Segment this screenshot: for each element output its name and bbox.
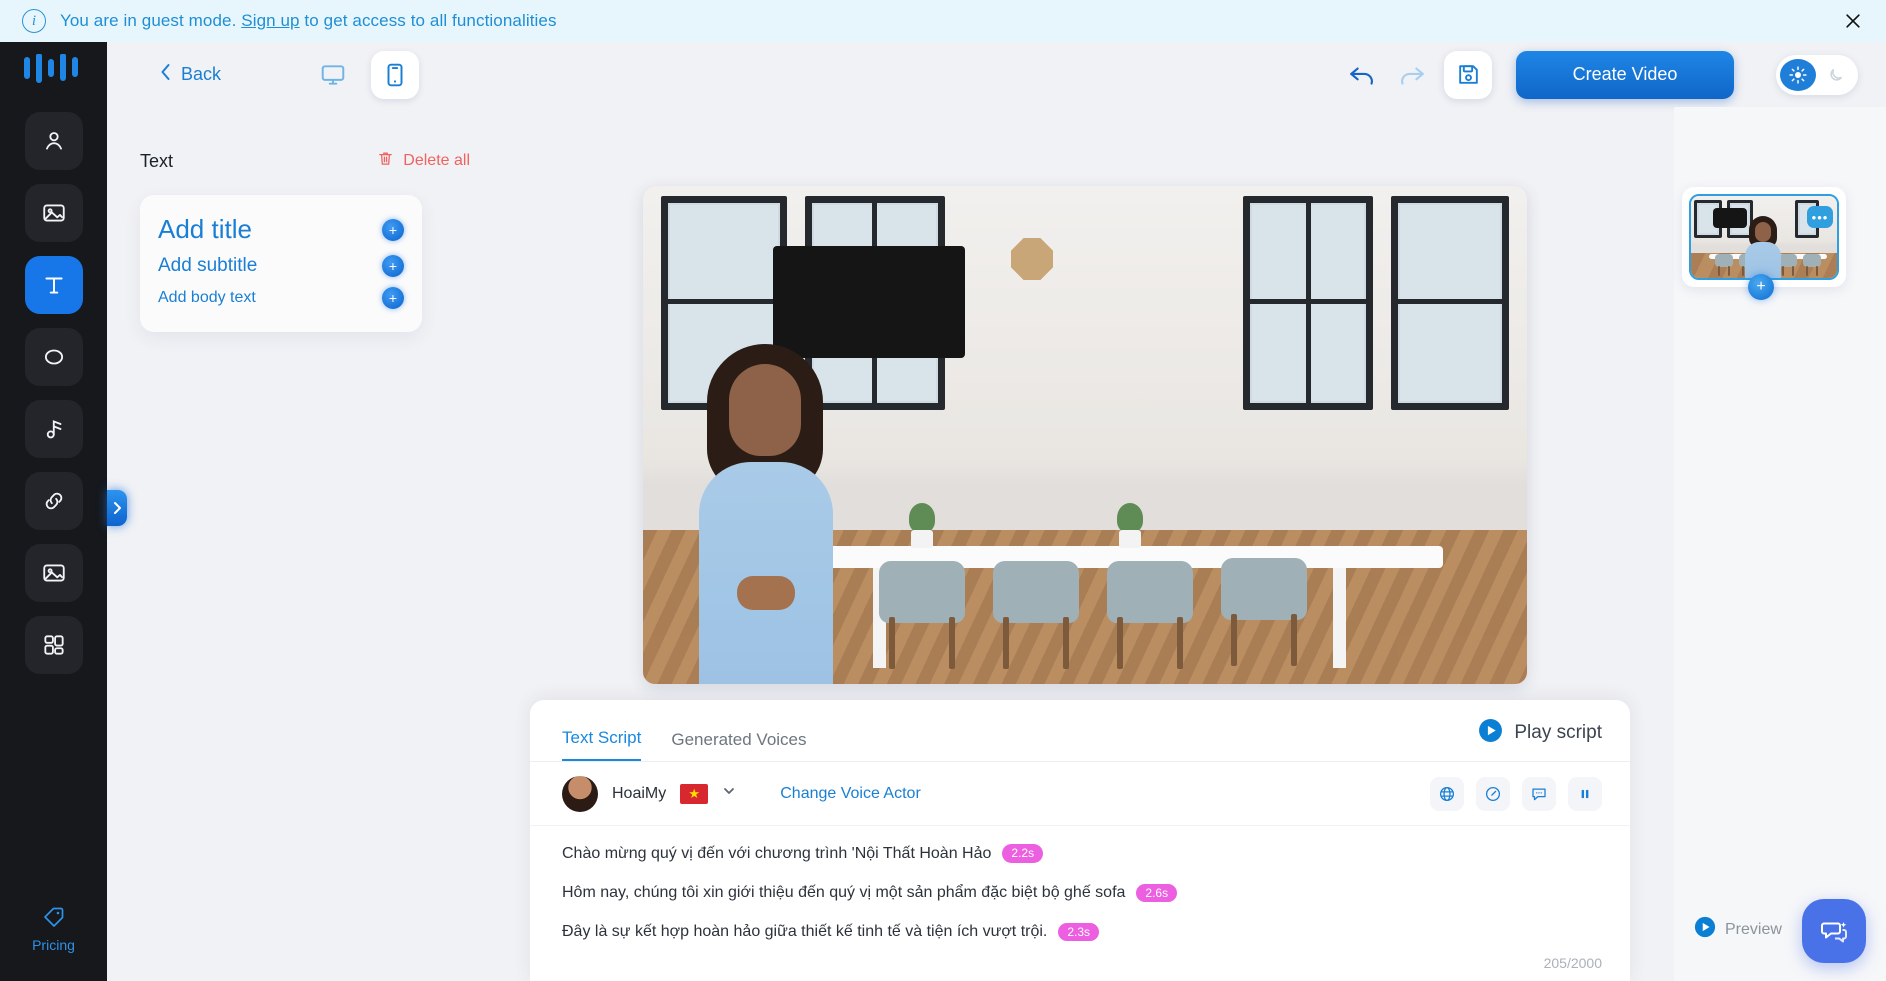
save-icon[interactable]: [1444, 50, 1492, 99]
page-title: Text: [140, 150, 174, 171]
scene-thumbnail[interactable]: •••: [1689, 194, 1839, 280]
translate-icon[interactable]: [1430, 776, 1464, 811]
script-panel: Text Script Generated Voices Play script…: [530, 700, 1630, 981]
add-title-label: Add title: [158, 214, 252, 244]
toolbar-right-actions: Create Video: [1348, 50, 1886, 99]
scene-menu-dots[interactable]: •••: [1807, 206, 1833, 228]
top-toolbar: Back Create Video: [107, 42, 1886, 107]
back-button[interactable]: Back: [159, 63, 221, 86]
back-label: Back: [181, 64, 222, 84]
sidebar-item-elements[interactable]: [24, 616, 83, 674]
tab-generated-voices[interactable]: Generated Voices: [671, 730, 806, 761]
video-canvas[interactable]: [643, 186, 1527, 684]
panel-collapse-handle[interactable]: [107, 490, 127, 526]
sidebar-item-shape[interactable]: [24, 328, 83, 386]
scene-card[interactable]: ••• +: [1682, 187, 1846, 300]
chevron-down-icon[interactable]: [722, 784, 736, 803]
video-editor-app: i You are in guest mode. Sign up to get …: [0, 0, 1886, 981]
script-line[interactable]: Đây là sự kết hợp hoàn hảo giữa thiết kế…: [562, 922, 1598, 942]
voice-actor-name: HoaiMy: [612, 784, 667, 802]
create-video-button[interactable]: Create Video: [1516, 50, 1734, 99]
flag-star: ★: [688, 786, 701, 801]
delete-all-button[interactable]: Delete all: [377, 150, 470, 172]
device-preview-toggle: [309, 50, 420, 99]
voice-tools: [1430, 776, 1602, 811]
play-script-button[interactable]: Play script: [1478, 718, 1602, 748]
waveform-logo: [21, 48, 87, 94]
close-icon[interactable]: [1840, 8, 1866, 34]
character-counter: 205/2000: [1543, 955, 1602, 971]
info-icon: i: [22, 9, 46, 33]
voice-actor-row: HoaiMy ★ Change Voice Actor: [530, 762, 1630, 826]
tab-text-script[interactable]: Text Script: [562, 728, 642, 761]
guest-mode-banner: i You are in guest mode. Sign up to get …: [0, 0, 1886, 42]
banner-text-after: to get access to all functionalities: [299, 11, 557, 30]
play-circle-icon: [1694, 916, 1716, 943]
guest-mode-text: You are in guest mode. Sign up to get ac…: [60, 11, 557, 31]
sun-icon[interactable]: [1780, 58, 1816, 91]
avatar[interactable]: [562, 775, 598, 812]
sidebar-item-avatar[interactable]: [24, 112, 83, 170]
play-script-label: Play script: [1514, 722, 1602, 743]
add-body-text-label: Add body text: [158, 289, 256, 306]
change-voice-actor-button[interactable]: Change Voice Actor: [780, 785, 921, 803]
add-subtitle-row[interactable]: Add subtitle +: [158, 250, 404, 282]
preview-button[interactable]: Preview: [1694, 916, 1782, 943]
trash-icon: [377, 150, 394, 172]
plus-circle-icon-subtitle[interactable]: +: [382, 255, 404, 277]
desktop-icon[interactable]: [309, 51, 357, 99]
theme-toggle[interactable]: [1776, 54, 1858, 95]
moon-icon[interactable]: [1818, 59, 1854, 91]
script-line-text: Chào mừng quý vị đến với chương trình 'N…: [562, 845, 992, 862]
speed-icon[interactable]: [1476, 776, 1510, 811]
script-lines[interactable]: Chào mừng quý vị đến với chương trình 'N…: [530, 826, 1630, 942]
sidebar-item-music[interactable]: [24, 400, 83, 458]
presenter-avatar[interactable]: [681, 344, 881, 684]
banner-text-before: You are in guest mode.: [60, 11, 242, 30]
comment-icon[interactable]: [1522, 776, 1556, 811]
chevron-left-icon: [159, 63, 172, 86]
undo-icon[interactable]: [1348, 62, 1378, 88]
script-tabs: Text Script Generated Voices: [530, 700, 1630, 762]
vietnam-flag: ★: [680, 783, 709, 804]
script-line-duration: 2.3s: [1058, 922, 1100, 942]
plus-circle-icon-title[interactable]: +: [382, 218, 404, 241]
delete-all-label: Delete all: [403, 152, 470, 169]
scenes-panel: ••• + Preview: [1674, 107, 1886, 981]
scene-preview: [643, 186, 1527, 684]
add-title-row[interactable]: Add title +: [158, 209, 404, 250]
plus-circle-icon-body[interactable]: +: [382, 287, 404, 309]
add-subtitle-label: Add subtitle: [158, 255, 258, 276]
script-line[interactable]: Hôm nay, chúng tôi xin giới thiệu đến qu…: [562, 883, 1598, 902]
sign-up-link[interactable]: Sign up: [241, 11, 299, 30]
left-tool-rail: Pricing: [0, 42, 107, 981]
text-panel: Text Delete all Add title + Add subtitle…: [140, 150, 470, 332]
text-panel-header: Text Delete all: [140, 150, 470, 172]
play-circle-icon: [1478, 718, 1503, 748]
script-line-duration: 2.6s: [1136, 883, 1178, 902]
text-presets-card: Add title + Add subtitle + Add body text…: [140, 195, 422, 332]
script-line-duration: 2.2s: [1002, 844, 1044, 863]
preview-label: Preview: [1725, 920, 1782, 938]
sidebar-item-label-pricing: Pricing: [32, 937, 75, 953]
script-line[interactable]: Chào mừng quý vị đến với chương trình 'N…: [562, 844, 1598, 863]
add-body-text-row[interactable]: Add body text +: [158, 282, 404, 314]
sidebar-item-media[interactable]: [24, 544, 83, 602]
sidebar-item-link[interactable]: [24, 472, 83, 530]
pause-icon[interactable]: [1568, 776, 1602, 811]
script-line-text: Hôm nay, chúng tôi xin giới thiệu đến qu…: [562, 884, 1126, 902]
sidebar-item-text[interactable]: [24, 256, 83, 314]
price-tag-icon: [42, 905, 66, 934]
sidebar-item-pricing[interactable]: Pricing: [21, 897, 87, 959]
script-line-text: Đây là sự kết hợp hoàn hảo giữa thiết kế…: [562, 923, 1048, 941]
sidebar-item-background[interactable]: [24, 184, 83, 242]
rail-items: [24, 112, 83, 674]
redo-icon[interactable]: [1396, 62, 1426, 88]
chat-support-icon[interactable]: [1802, 899, 1866, 963]
mobile-icon[interactable]: [371, 50, 420, 99]
add-scene-button[interactable]: +: [1748, 274, 1774, 300]
